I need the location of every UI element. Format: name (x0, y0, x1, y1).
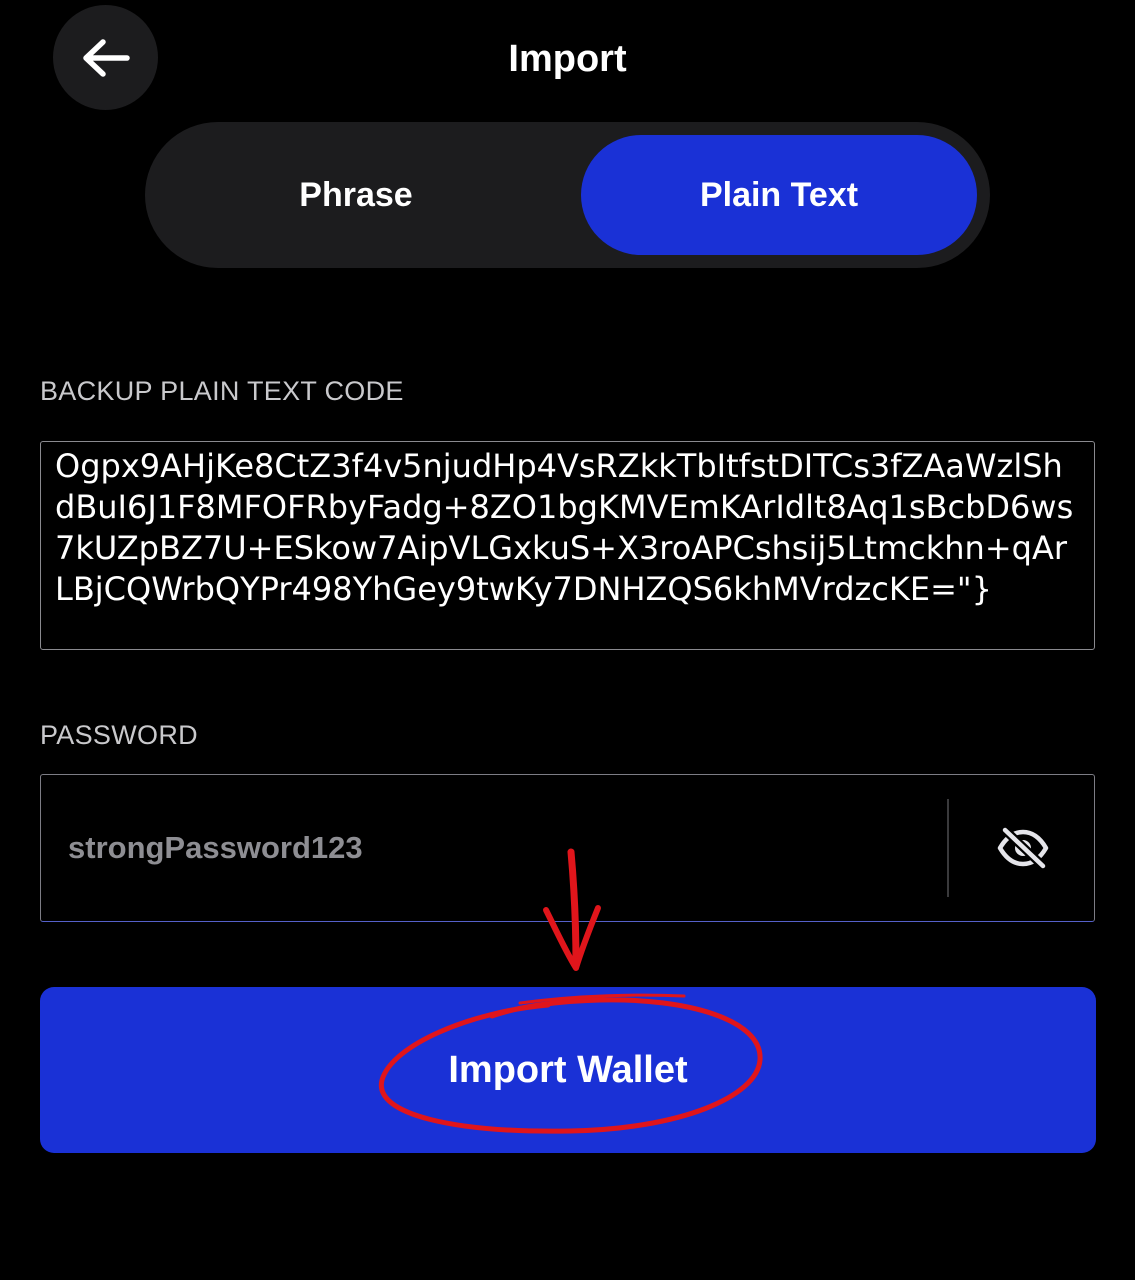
backup-code-label: BACKUP PLAIN TEXT CODE (40, 376, 404, 406)
backup-code-field[interactable]: Ogpx9AHjKe8CtZ3f4v5njudHp4VsRZkkTbItfstD… (40, 441, 1095, 650)
password-divider (947, 799, 949, 897)
tab-plain-text[interactable]: Plain Text (581, 135, 977, 255)
import-wallet-label: Import Wallet (448, 1048, 688, 1091)
import-mode-tabs: Phrase Plain Text (145, 122, 990, 268)
password-visibility-toggle[interactable] (991, 819, 1055, 877)
password-label: PASSWORD (40, 720, 198, 750)
page-title: Import (508, 38, 627, 80)
import-wallet-button[interactable]: Import Wallet (40, 987, 1096, 1153)
password-value: strongPassword123 (68, 830, 363, 865)
backup-code-value: Ogpx9AHjKe8CtZ3f4v5njudHp4VsRZkkTbItfstD… (55, 447, 1074, 608)
eye-slash-icon (997, 827, 1049, 869)
tab-phrase[interactable]: Phrase (158, 135, 554, 255)
password-field[interactable]: strongPassword123 (40, 774, 1095, 922)
